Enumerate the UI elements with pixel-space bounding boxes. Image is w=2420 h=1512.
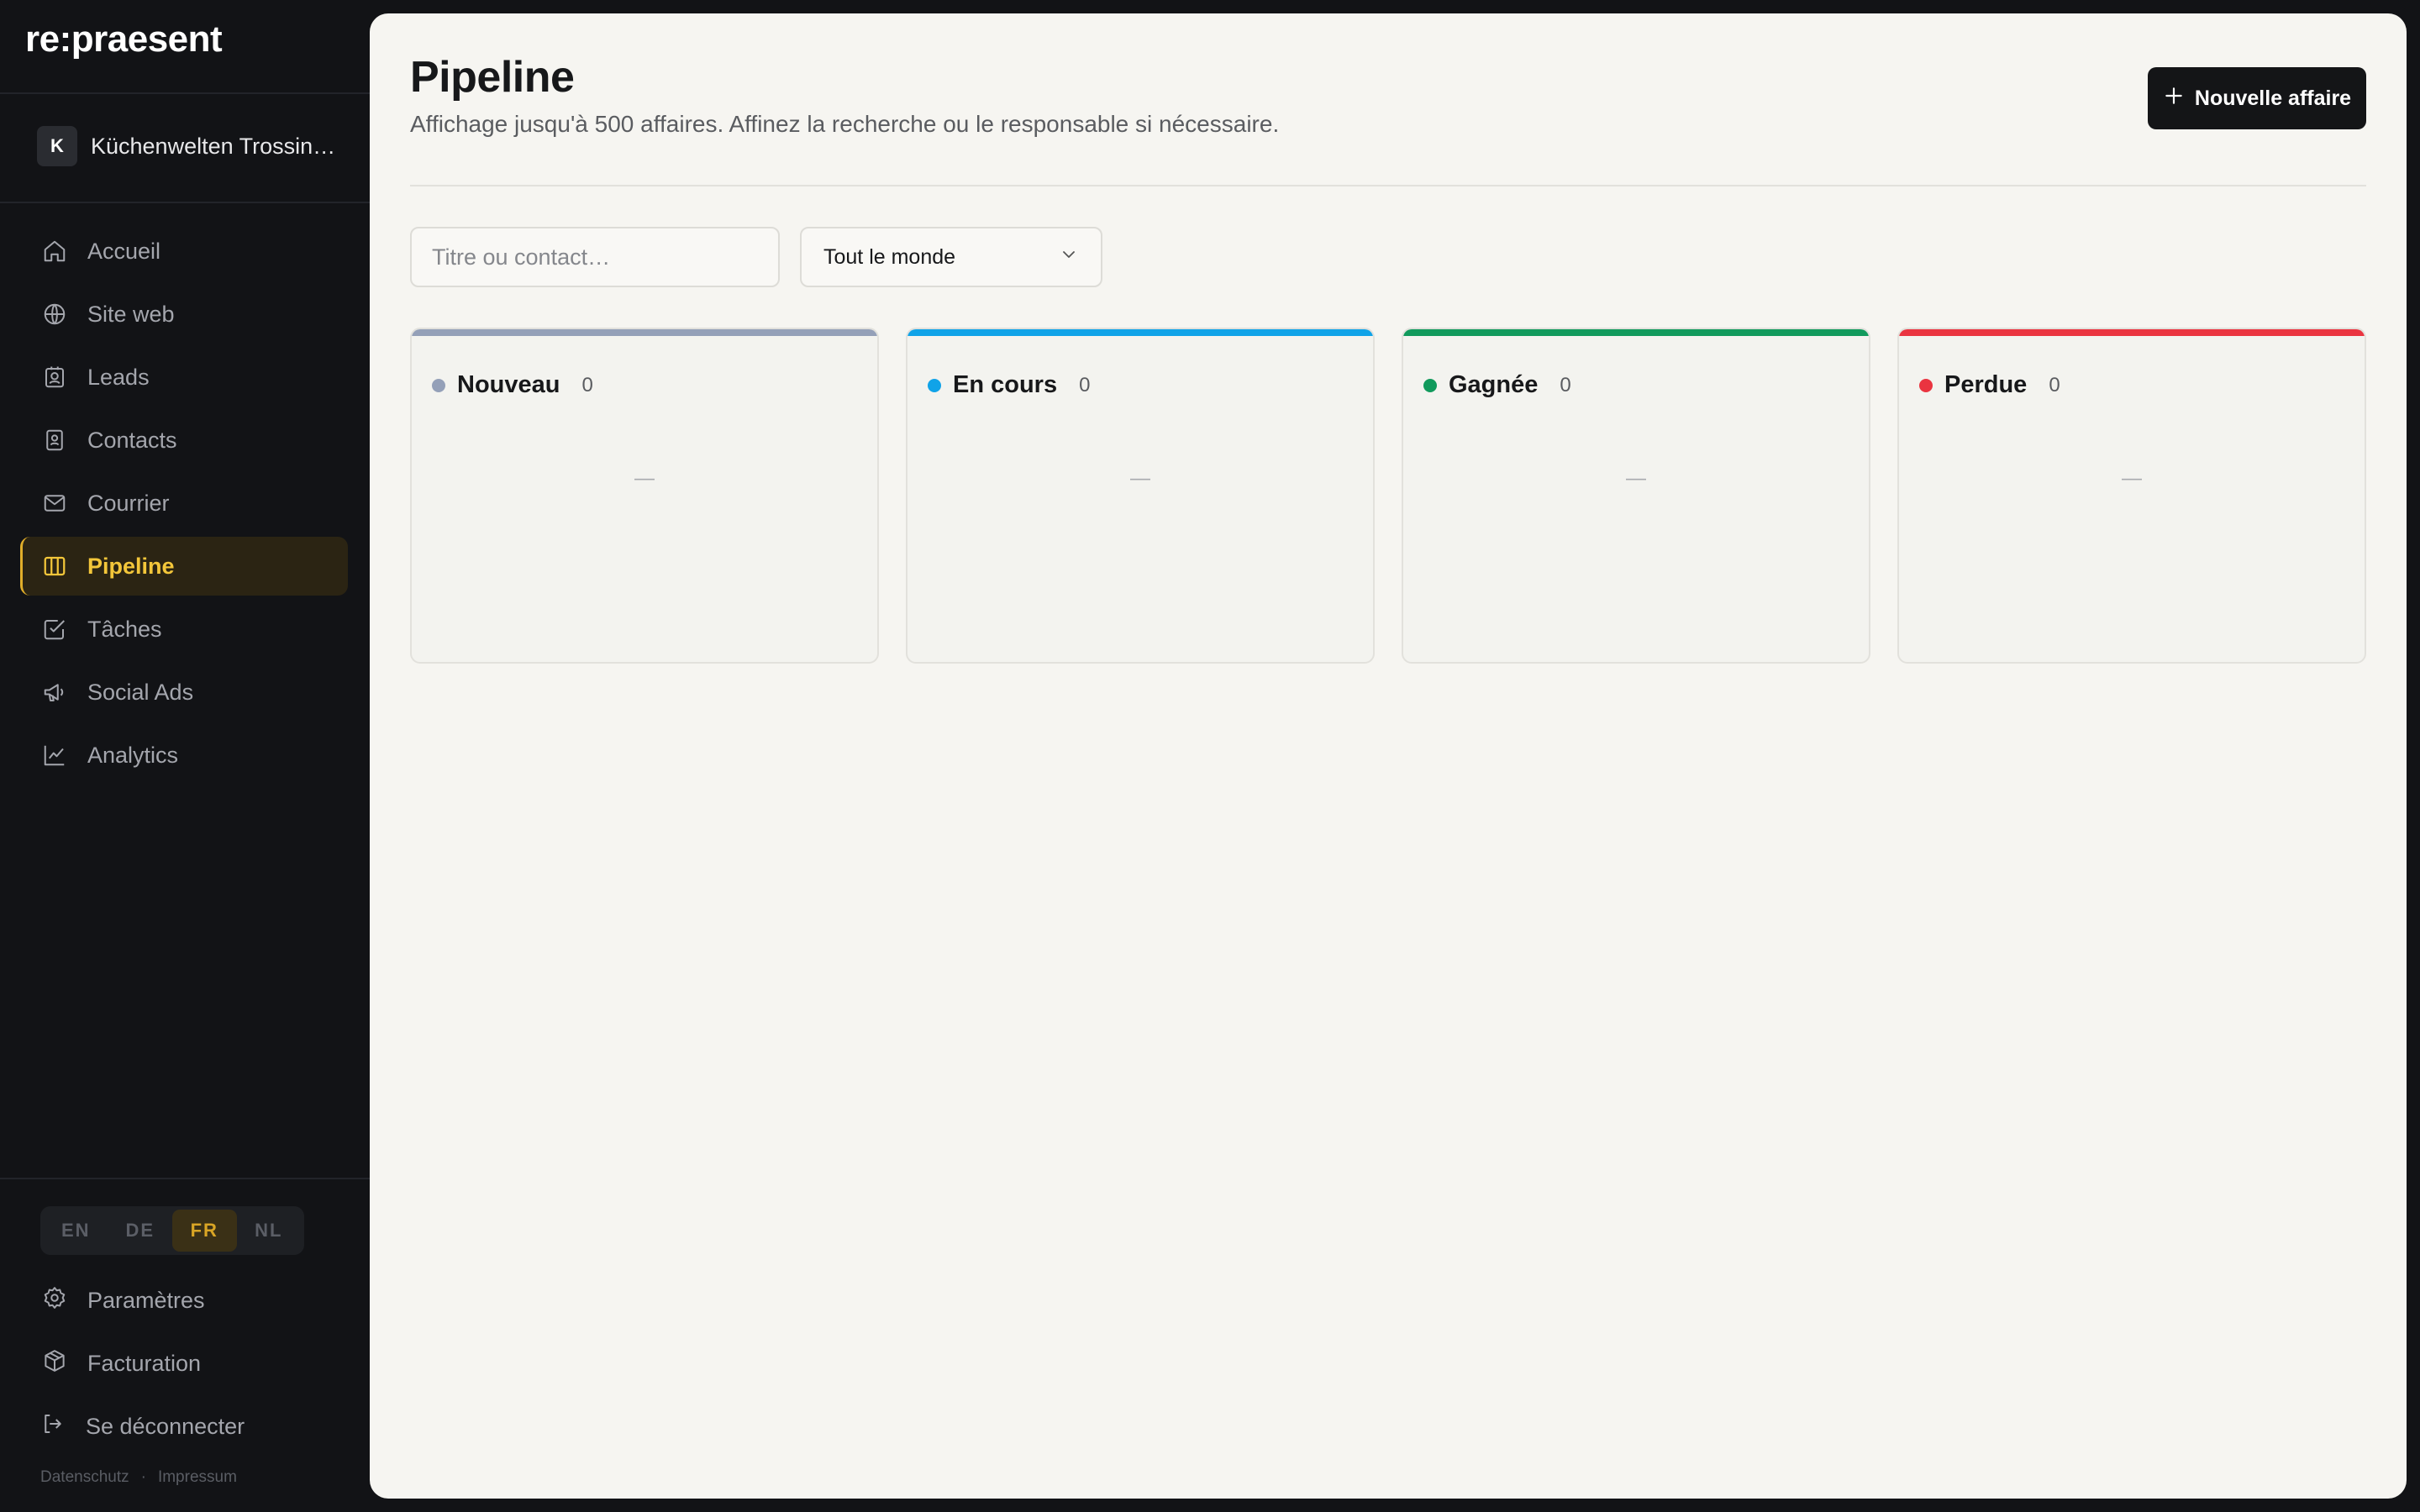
page-title: Pipeline [410, 53, 575, 102]
sidebar-item-social-ads[interactable]: Social Ads [20, 663, 348, 722]
column-color-bar [1899, 329, 2365, 336]
sidebar-item-label: Pipeline [87, 553, 175, 579]
lang-fr-button[interactable]: FR [172, 1210, 237, 1252]
sidebar-item-contacts[interactable]: Contacts [20, 411, 348, 470]
column-color-bar [1403, 329, 1869, 336]
privacy-link[interactable]: Datenschutz [40, 1468, 129, 1486]
address-book-icon [42, 428, 67, 453]
sidebar-nav: Accueil Site web Leads Contacts Courrier [20, 222, 348, 789]
status-dot [928, 378, 941, 392]
workspace-switcher[interactable]: K Küchenwelten Trossingen [37, 126, 343, 166]
package-icon [42, 1348, 67, 1379]
sidebar-item-label: Social Ads [87, 679, 194, 705]
column-empty-placeholder: — [634, 467, 655, 490]
globe-icon [42, 302, 67, 327]
sidebar-item-label: Analytics [87, 742, 179, 768]
status-dot [1919, 378, 1933, 392]
logout-icon [40, 1411, 66, 1442]
column-header: Perdue 0 [1919, 371, 2060, 399]
column-title: Nouveau [457, 371, 560, 398]
sidebar-item-label: Site web [87, 301, 175, 327]
language-switcher: EN DE FR NL [40, 1206, 304, 1255]
megaphone-icon [42, 680, 67, 705]
sidebar-item-label: Accueil [87, 238, 161, 264]
sidebar-divider [0, 92, 370, 94]
sidebar-divider [0, 202, 370, 203]
logout-label: Se déconnecter [86, 1414, 245, 1439]
sidebar-item-label: Contacts [87, 427, 177, 453]
header-divider [410, 185, 2366, 186]
column-count: 0 [581, 373, 593, 396]
settings-label: Paramètres [87, 1288, 205, 1313]
sidebar-item-billing[interactable]: Facturation [42, 1348, 201, 1379]
column-header: En cours 0 [928, 371, 1090, 399]
new-deal-button[interactable]: Nouvelle affaire [2148, 67, 2366, 129]
pipeline-column-perdue: Perdue 0 — [1897, 328, 2366, 664]
pipeline-column-en-cours: En cours 0 — [906, 328, 1375, 664]
gear-icon [42, 1285, 67, 1316]
lang-de-button[interactable]: DE [108, 1210, 173, 1252]
column-title: Perdue [1944, 371, 2028, 398]
new-deal-label: Nouvelle affaire [2194, 86, 2352, 110]
sidebar-item-taches[interactable]: Tâches [20, 600, 348, 659]
column-header: Nouveau 0 [432, 371, 593, 399]
sidebar-divider [0, 1178, 370, 1179]
mail-icon [42, 491, 67, 516]
sidebar-item-site-web[interactable]: Site web [20, 285, 348, 344]
pipeline-column-nouveau: Nouveau 0 — [410, 328, 879, 664]
sidebar-item-analytics[interactable]: Analytics [20, 726, 348, 785]
column-title: Gagnée [1449, 371, 1539, 398]
search-input[interactable] [410, 227, 780, 287]
column-empty-placeholder: — [1626, 467, 1646, 490]
billing-label: Facturation [87, 1351, 202, 1376]
main-panel: Pipeline Affichage jusqu'à 500 affaires.… [370, 13, 2407, 1499]
page-subtitle: Affichage jusqu'à 500 affaires. Affinez … [410, 111, 1280, 137]
column-count: 0 [2049, 373, 2060, 396]
logout-button[interactable]: Se déconnecter [40, 1411, 245, 1442]
owner-select-value: Tout le monde [823, 244, 956, 269]
lang-nl-button[interactable]: NL [237, 1210, 302, 1252]
sidebar-item-pipeline[interactable]: Pipeline [20, 537, 348, 596]
column-header: Gagnée 0 [1423, 371, 1571, 399]
pipeline-column-gagnee: Gagnée 0 — [1402, 328, 1870, 664]
workspace-avatar: K [37, 126, 77, 166]
column-count: 0 [1560, 373, 1571, 396]
lang-en-button[interactable]: EN [44, 1210, 108, 1252]
column-empty-placeholder: — [2122, 467, 2142, 490]
checkbox-icon [42, 617, 67, 642]
home-icon [42, 239, 67, 264]
plus-icon [2163, 85, 2185, 113]
workspace-name: Küchenwelten Trossingen [91, 133, 343, 159]
sidebar-item-settings[interactable]: Paramètres [42, 1285, 205, 1316]
chevron-down-icon [1059, 244, 1079, 270]
legal-links: Datenschutz · Impressum [40, 1468, 249, 1487]
legal-separator: · [140, 1468, 146, 1486]
sidebar-item-label: Courrier [87, 490, 170, 516]
status-dot [432, 378, 445, 392]
sidebar: re:praesent K Küchenwelten Trossingen Ac… [0, 0, 370, 1512]
column-title: En cours [953, 371, 1058, 398]
column-count: 0 [1079, 373, 1091, 396]
sidebar-item-leads[interactable]: Leads [20, 348, 348, 407]
sidebar-item-label: Leads [87, 364, 150, 390]
status-dot [1423, 378, 1437, 392]
line-chart-icon [42, 743, 67, 768]
column-color-bar [908, 329, 1373, 336]
column-empty-placeholder: — [1130, 467, 1150, 490]
sidebar-item-accueil[interactable]: Accueil [20, 222, 348, 281]
imprint-link[interactable]: Impressum [158, 1468, 237, 1486]
app-logo[interactable]: re:praesent [25, 18, 223, 60]
column-color-bar [412, 329, 877, 336]
owner-select[interactable]: Tout le monde [800, 227, 1102, 287]
columns-icon [42, 554, 67, 579]
sidebar-item-label: Tâches [87, 616, 162, 642]
sidebar-item-courrier[interactable]: Courrier [20, 474, 348, 533]
contact-card-icon [42, 365, 67, 390]
